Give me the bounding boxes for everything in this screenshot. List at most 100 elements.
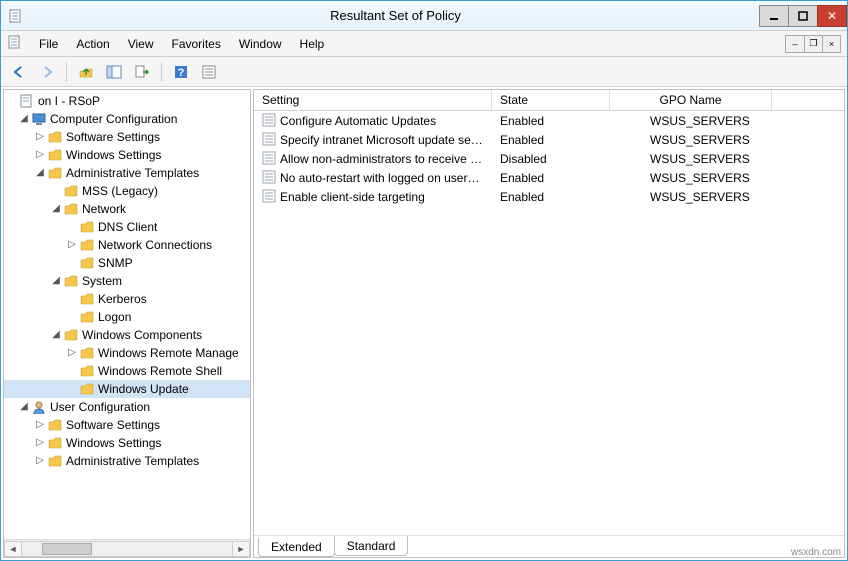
menu-favorites[interactable]: Favorites (164, 34, 229, 54)
tree-label: User Configuration (50, 398, 150, 416)
tree-software-settings[interactable]: ▷ Software Settings (4, 128, 250, 146)
tree-wrm[interactable]: ▷ Windows Remote Manage (4, 344, 250, 362)
tree-label: Network Connections (98, 236, 212, 254)
result-tabs: Extended Standard (254, 535, 844, 557)
tree-computer-config[interactable]: ◢ Computer Configuration (4, 110, 250, 128)
cell-state: Enabled (492, 132, 610, 148)
horizontal-scrollbar[interactable]: ◄ ► (4, 539, 250, 557)
expander-icon[interactable]: ◢ (18, 110, 30, 128)
tree-windows-settings[interactable]: ▷ Windows Settings (4, 146, 250, 164)
tab-extended[interactable]: Extended (258, 538, 335, 557)
list-row[interactable]: Enable client-side targetingEnabledWSUS_… (254, 187, 844, 206)
tree-network-connections[interactable]: ▷ Network Connections (4, 236, 250, 254)
expander-icon[interactable]: ◢ (18, 398, 30, 416)
tree-mss-legacy[interactable]: MSS (Legacy) (4, 182, 250, 200)
tree-label: Administrative Templates (66, 452, 199, 470)
expander-icon[interactable]: ▷ (34, 452, 46, 470)
tree-system[interactable]: ◢ System (4, 272, 250, 290)
tree-wrs[interactable]: Windows Remote Shell (4, 362, 250, 380)
cell-state: Enabled (492, 113, 610, 129)
tree-label: Windows Remote Shell (98, 362, 222, 380)
expander-icon[interactable]: ▷ (66, 344, 78, 362)
menu-file[interactable]: File (31, 34, 66, 54)
mdi-minimize-button[interactable]: – (786, 36, 804, 52)
expander-icon[interactable]: ◢ (50, 326, 62, 344)
expander-icon[interactable]: ◢ (34, 164, 46, 182)
folder-icon (47, 147, 63, 163)
tree-windows-update[interactable]: Windows Update (4, 380, 250, 398)
tree-network[interactable]: ◢ Network (4, 200, 250, 218)
expander-icon[interactable]: ▷ (34, 128, 46, 146)
scroll-track[interactable] (22, 541, 232, 557)
tree-dns-client[interactable]: DNS Client (4, 218, 250, 236)
column-header-gpo[interactable]: GPO Name (610, 90, 772, 110)
folder-icon (79, 345, 95, 361)
export-list-button[interactable] (130, 60, 154, 84)
tree-kerberos[interactable]: Kerberos (4, 290, 250, 308)
list-row[interactable]: No auto-restart with logged on users fo.… (254, 168, 844, 187)
expander-icon[interactable]: ▷ (34, 434, 46, 452)
list-row[interactable]: Allow non-administrators to receive up..… (254, 149, 844, 168)
column-header-setting[interactable]: Setting (254, 90, 492, 110)
back-button[interactable] (7, 60, 31, 84)
folder-icon (79, 219, 95, 235)
list-row[interactable]: Specify intranet Microsoft update servi.… (254, 130, 844, 149)
svg-text:?: ? (178, 67, 185, 79)
minimize-button[interactable] (759, 5, 789, 27)
help-button[interactable]: ? (169, 60, 193, 84)
toolbar-separator (161, 62, 162, 82)
menu-action[interactable]: Action (68, 34, 117, 54)
tree-snmp[interactable]: SNMP (4, 254, 250, 272)
tree-label: SNMP (98, 254, 133, 272)
cell-setting: No auto-restart with logged on users fo.… (254, 169, 492, 186)
list-pane: Setting State GPO Name Configure Automat… (253, 89, 845, 558)
close-button[interactable]: ✕ (817, 5, 847, 27)
expander-icon[interactable]: ▷ (34, 146, 46, 164)
forward-button[interactable] (35, 60, 59, 84)
menu-view[interactable]: View (120, 34, 162, 54)
tab-standard[interactable]: Standard (334, 536, 409, 556)
mdi-restore-button[interactable]: ❐ (804, 36, 822, 52)
scroll-thumb[interactable] (42, 543, 92, 555)
expander-icon[interactable]: ▷ (66, 236, 78, 254)
expander-icon[interactable]: ▷ (34, 416, 46, 434)
scroll-left-button[interactable]: ◄ (4, 541, 22, 557)
menu-window[interactable]: Window (231, 34, 290, 54)
tree-label: Windows Update (98, 380, 189, 398)
toolbar: ? (1, 57, 847, 87)
tree-windows-components[interactable]: ◢ Windows Components (4, 326, 250, 344)
tree-logon[interactable]: Logon (4, 308, 250, 326)
properties-button[interactable] (197, 60, 221, 84)
menu-help[interactable]: Help (292, 34, 333, 54)
list-row[interactable]: Configure Automatic UpdatesEnabledWSUS_S… (254, 111, 844, 130)
show-hide-tree-button[interactable] (102, 60, 126, 84)
toolbar-separator (66, 62, 67, 82)
tree-label: Kerberos (98, 290, 147, 308)
tree-label: Software Settings (66, 416, 160, 434)
column-header-spacer[interactable] (772, 90, 844, 110)
up-button[interactable] (74, 60, 98, 84)
window-controls: ✕ (760, 5, 847, 27)
tree-user-software-settings[interactable]: ▷ Software Settings (4, 416, 250, 434)
cell-setting: Enable client-side targeting (254, 188, 492, 205)
maximize-button[interactable] (788, 5, 818, 27)
tree-scroll[interactable]: on I - RSoP ◢ Computer Configuration ▷ S… (4, 90, 250, 539)
cell-state: Enabled (492, 189, 610, 205)
expander-icon[interactable]: ◢ (50, 200, 62, 218)
expander-icon[interactable]: ◢ (50, 272, 62, 290)
folder-icon (63, 201, 79, 217)
tree-label: DNS Client (98, 218, 157, 236)
mdi-close-button[interactable]: × (822, 36, 840, 52)
tree-root[interactable]: on I - RSoP (4, 92, 250, 110)
tree-user-windows-settings[interactable]: ▷ Windows Settings (4, 434, 250, 452)
tree-user-config[interactable]: ◢ User Configuration (4, 398, 250, 416)
tree-label: Logon (98, 308, 131, 326)
folder-icon (79, 237, 95, 253)
setting-icon (262, 189, 276, 203)
tree-user-admin-templates[interactable]: ▷ Administrative Templates (4, 452, 250, 470)
tree-admin-templates[interactable]: ◢ Administrative Templates (4, 164, 250, 182)
folder-icon (79, 363, 95, 379)
tree-label: Computer Configuration (50, 110, 177, 128)
column-header-state[interactable]: State (492, 90, 610, 110)
scroll-right-button[interactable]: ► (232, 541, 250, 557)
